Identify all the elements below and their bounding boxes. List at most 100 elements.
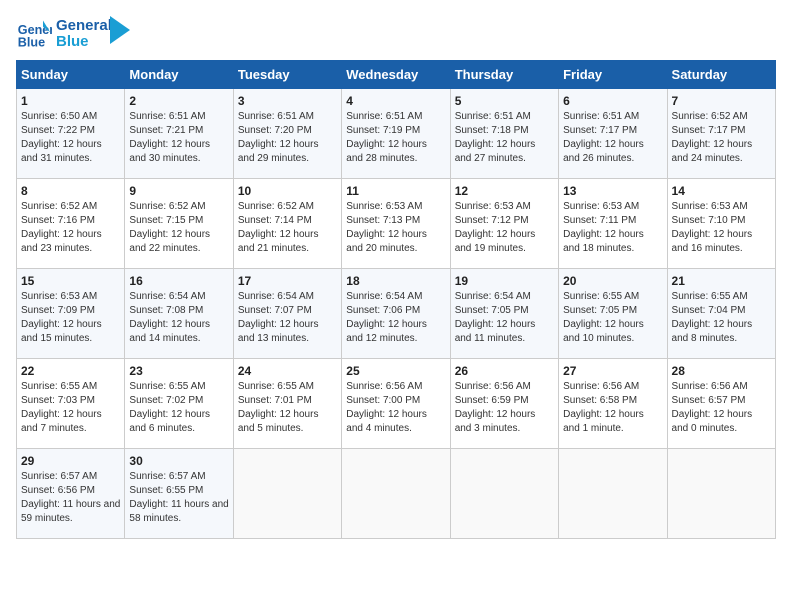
logo: General Blue General Blue	[16, 16, 130, 52]
calendar-cell: 2 Sunrise: 6:51 AMSunset: 7:21 PMDaylight…	[125, 89, 233, 179]
svg-text:Blue: Blue	[18, 36, 45, 50]
calendar-cell	[342, 449, 450, 539]
day-number: 2	[129, 94, 228, 108]
cell-info: Sunrise: 6:55 AMSunset: 7:02 PMDaylight:…	[129, 380, 228, 436]
cell-info: Sunrise: 6:55 AMSunset: 7:04 PMDaylight:…	[672, 290, 771, 346]
day-number: 13	[563, 184, 662, 198]
cell-info: Sunrise: 6:55 AMSunset: 7:05 PMDaylight:…	[563, 290, 662, 346]
cell-info: Sunrise: 6:51 AMSunset: 7:20 PMDaylight:…	[238, 110, 337, 166]
day-number: 29	[21, 454, 120, 468]
calendar-cell: 26Sunrise: 6:56 AMSunset: 6:59 PMDayligh…	[450, 359, 558, 449]
cell-info: Sunrise: 6:51 AMSunset: 7:18 PMDaylight:…	[455, 110, 554, 166]
logo-general: General	[56, 18, 112, 35]
calendar-cell: 15Sunrise: 6:53 AMSunset: 7:09 PMDayligh…	[17, 269, 125, 359]
calendar-cell: 8 Sunrise: 6:52 AMSunset: 7:16 PMDaylight…	[17, 179, 125, 269]
calendar-cell: 25Sunrise: 6:56 AMSunset: 7:00 PMDayligh…	[342, 359, 450, 449]
day-number: 18	[346, 274, 445, 288]
day-number: 20	[563, 274, 662, 288]
header-friday: Friday	[559, 61, 667, 89]
cell-info: Sunrise: 6:51 AMSunset: 7:19 PMDaylight:…	[346, 110, 445, 166]
day-number: 7	[672, 94, 771, 108]
cell-info: Sunrise: 6:52 AMSunset: 7:15 PMDaylight:…	[129, 200, 228, 256]
calendar-week-2: 8 Sunrise: 6:52 AMSunset: 7:16 PMDaylight…	[17, 179, 776, 269]
logo-icon: General Blue	[16, 16, 52, 52]
cell-info: Sunrise: 6:56 AMSunset: 6:57 PMDaylight:…	[672, 380, 771, 436]
calendar-cell: 4 Sunrise: 6:51 AMSunset: 7:19 PMDaylight…	[342, 89, 450, 179]
day-number: 16	[129, 274, 228, 288]
cell-info: Sunrise: 6:52 AMSunset: 7:16 PMDaylight:…	[21, 200, 120, 256]
day-number: 26	[455, 364, 554, 378]
calendar-cell: 7 Sunrise: 6:52 AMSunset: 7:17 PMDaylight…	[667, 89, 775, 179]
page-header: General Blue General Blue	[16, 16, 776, 52]
cell-info: Sunrise: 6:55 AMSunset: 7:01 PMDaylight:…	[238, 380, 337, 436]
cell-info: Sunrise: 6:50 AMSunset: 7:22 PMDaylight:…	[21, 110, 120, 166]
header-saturday: Saturday	[667, 61, 775, 89]
day-number: 5	[455, 94, 554, 108]
calendar-table: Sunday Monday Tuesday Wednesday Thursday…	[16, 60, 776, 539]
calendar-cell: 12 Sunrise: 6:53 AMSunset: 7:12 PMDayligh…	[450, 179, 558, 269]
calendar-cell: 27 Sunrise: 6:56 AMSunset: 6:58 PMDayligh…	[559, 359, 667, 449]
day-number: 8	[21, 184, 120, 198]
cell-info: Sunrise: 6:54 AMSunset: 7:08 PMDaylight:…	[129, 290, 228, 346]
calendar-cell: 17 Sunrise: 6:54 AMSunset: 7:07 PMDayligh…	[233, 269, 341, 359]
calendar-cell	[450, 449, 558, 539]
cell-info: Sunrise: 6:56 AMSunset: 6:58 PMDaylight:…	[563, 380, 662, 436]
cell-info: Sunrise: 6:55 AMSunset: 7:03 PMDaylight:…	[21, 380, 120, 436]
header-sunday: Sunday	[17, 61, 125, 89]
day-number: 22	[21, 364, 120, 378]
day-number: 15	[21, 274, 120, 288]
day-number: 23	[129, 364, 228, 378]
cell-info: Sunrise: 6:51 AMSunset: 7:17 PMDaylight:…	[563, 110, 662, 166]
day-number: 24	[238, 364, 337, 378]
day-number: 14	[672, 184, 771, 198]
day-number: 30	[129, 454, 228, 468]
calendar-cell: 18 Sunrise: 6:54 AMSunset: 7:06 PMDayligh…	[342, 269, 450, 359]
calendar-cell: 1 Sunrise: 6:50 AMSunset: 7:22 PMDaylight…	[17, 89, 125, 179]
calendar-cell: 6 Sunrise: 6:51 AMSunset: 7:17 PMDaylight…	[559, 89, 667, 179]
calendar-cell: 19 Sunrise: 6:54 AMSunset: 7:05 PMDayligh…	[450, 269, 558, 359]
day-number: 25	[346, 364, 445, 378]
cell-info: Sunrise: 6:54 AMSunset: 7:05 PMDaylight:…	[455, 290, 554, 346]
calendar-cell: 28Sunrise: 6:56 AMSunset: 6:57 PMDayligh…	[667, 359, 775, 449]
calendar-cell: 24 Sunrise: 6:55 AMSunset: 7:01 PMDayligh…	[233, 359, 341, 449]
calendar-cell: 16 Sunrise: 6:54 AMSunset: 7:08 PMDayligh…	[125, 269, 233, 359]
day-number: 21	[672, 274, 771, 288]
day-number: 1	[21, 94, 120, 108]
cell-info: Sunrise: 6:52 AMSunset: 7:14 PMDaylight:…	[238, 200, 337, 256]
cell-info: Sunrise: 6:53 AMSunset: 7:12 PMDaylight:…	[455, 200, 554, 256]
logo-blue: Blue	[56, 34, 112, 51]
calendar-cell	[233, 449, 341, 539]
calendar-cell: 22 Sunrise: 6:55 AMSunset: 7:03 PMDayligh…	[17, 359, 125, 449]
header-tuesday: Tuesday	[233, 61, 341, 89]
calendar-cell: 9 Sunrise: 6:52 AMSunset: 7:15 PMDaylight…	[125, 179, 233, 269]
calendar-cell: 20 Sunrise: 6:55 AMSunset: 7:05 PMDayligh…	[559, 269, 667, 359]
day-number: 17	[238, 274, 337, 288]
calendar-cell: 11Sunrise: 6:53 AMSunset: 7:13 PMDayligh…	[342, 179, 450, 269]
calendar-week-3: 15Sunrise: 6:53 AMSunset: 7:09 PMDayligh…	[17, 269, 776, 359]
header-thursday: Thursday	[450, 61, 558, 89]
header-wednesday: Wednesday	[342, 61, 450, 89]
logo-arrow-icon	[110, 16, 130, 44]
cell-info: Sunrise: 6:53 AMSunset: 7:10 PMDaylight:…	[672, 200, 771, 256]
header-monday: Monday	[125, 61, 233, 89]
cell-info: Sunrise: 6:53 AMSunset: 7:11 PMDaylight:…	[563, 200, 662, 256]
day-number: 19	[455, 274, 554, 288]
day-number: 9	[129, 184, 228, 198]
calendar-cell: 30 Sunrise: 6:57 AMSunset: 6:55 PMDayligh…	[125, 449, 233, 539]
header-row: Sunday Monday Tuesday Wednesday Thursday…	[17, 61, 776, 89]
cell-info: Sunrise: 6:51 AMSunset: 7:21 PMDaylight:…	[129, 110, 228, 166]
cell-info: Sunrise: 6:52 AMSunset: 7:17 PMDaylight:…	[672, 110, 771, 166]
calendar-cell: 3Sunrise: 6:51 AMSunset: 7:20 PMDaylight…	[233, 89, 341, 179]
cell-info: Sunrise: 6:57 AMSunset: 6:55 PMDaylight:…	[129, 470, 228, 526]
cell-info: Sunrise: 6:53 AMSunset: 7:13 PMDaylight:…	[346, 200, 445, 256]
day-number: 4	[346, 94, 445, 108]
calendar-cell: 14 Sunrise: 6:53 AMSunset: 7:10 PMDayligh…	[667, 179, 775, 269]
cell-info: Sunrise: 6:54 AMSunset: 7:07 PMDaylight:…	[238, 290, 337, 346]
day-number: 27	[563, 364, 662, 378]
day-number: 12	[455, 184, 554, 198]
cell-info: Sunrise: 6:54 AMSunset: 7:06 PMDaylight:…	[346, 290, 445, 346]
calendar-week-5: 29Sunrise: 6:57 AMSunset: 6:56 PMDayligh…	[17, 449, 776, 539]
day-number: 6	[563, 94, 662, 108]
calendar-cell: 23 Sunrise: 6:55 AMSunset: 7:02 PMDayligh…	[125, 359, 233, 449]
calendar-cell: 10Sunrise: 6:52 AMSunset: 7:14 PMDayligh…	[233, 179, 341, 269]
